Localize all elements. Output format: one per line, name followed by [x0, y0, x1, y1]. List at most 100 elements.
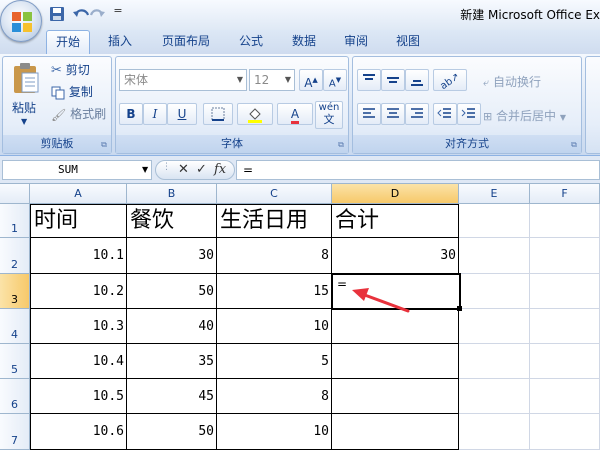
cell-a4[interactable]: 10.3	[30, 309, 127, 344]
shrink-font-button[interactable]: A▼	[323, 69, 347, 91]
row-header-4[interactable]: 4	[0, 309, 30, 344]
row-header-5[interactable]: 5	[0, 344, 30, 379]
save-icon[interactable]	[48, 4, 66, 24]
row-header-1[interactable]: 1	[0, 204, 30, 238]
cell-a3[interactable]: 10.2	[30, 274, 127, 309]
cell-d3-active[interactable]: =	[331, 273, 461, 310]
cell-a2[interactable]: 10.1	[30, 238, 127, 274]
cell-a1[interactable]: 时间	[30, 204, 127, 238]
cell-f4[interactable]	[530, 309, 600, 344]
tab-data[interactable]: 数据	[283, 30, 325, 54]
paste-icon[interactable]	[11, 61, 41, 95]
tab-insert[interactable]: 插入	[100, 30, 140, 54]
cell-d2[interactable]: 30	[332, 238, 459, 274]
name-box[interactable]: SUM	[2, 160, 152, 180]
cell-c5[interactable]: 5	[217, 344, 332, 379]
formula-input[interactable]: =	[236, 160, 600, 180]
tab-review[interactable]: 审阅	[335, 30, 377, 54]
cell-c4[interactable]: 10	[217, 309, 332, 344]
cell-c1[interactable]: 生活日用	[217, 204, 332, 238]
select-all-button[interactable]	[0, 184, 30, 204]
cell-b1[interactable]: 餐饮	[127, 204, 217, 238]
orientation-button[interactable]: ab↗	[433, 69, 467, 92]
font-size-select[interactable]: 12 ▼	[249, 69, 295, 91]
chevron-down-icon[interactable]: ▼	[142, 165, 148, 174]
redo-icon[interactable]	[86, 4, 108, 24]
column-header-c[interactable]: C	[217, 184, 332, 204]
column-header-b[interactable]: B	[127, 184, 217, 204]
cell-e2[interactable]	[459, 238, 530, 274]
tab-formulas[interactable]: 公式	[230, 30, 272, 54]
grow-font-button[interactable]: A▲	[299, 69, 323, 91]
merge-center-button[interactable]: ⊞ 合并后居中 ▼	[483, 107, 566, 124]
cell-c6[interactable]: 8	[217, 379, 332, 414]
font-name-select[interactable]: 宋体 ▼	[119, 69, 247, 91]
row-header-2[interactable]: 2	[0, 238, 30, 274]
cell-e5[interactable]	[459, 344, 530, 379]
cell-d6[interactable]	[332, 379, 459, 414]
copy-button[interactable]: 复制	[51, 83, 93, 100]
clipboard-launcher-icon[interactable]: ⧉	[99, 140, 109, 150]
cell-f5[interactable]	[530, 344, 600, 379]
align-right-button[interactable]	[405, 103, 429, 125]
cell-b4[interactable]: 40	[127, 309, 217, 344]
cell-f3[interactable]	[530, 274, 600, 309]
cancel-icon[interactable]: ✕	[178, 162, 189, 177]
border-button[interactable]	[203, 103, 233, 125]
cell-e3[interactable]	[461, 274, 530, 309]
align-center-button[interactable]	[381, 103, 405, 125]
increase-indent-button[interactable]	[457, 103, 481, 125]
align-top-button[interactable]	[357, 69, 381, 91]
decrease-indent-button[interactable]	[433, 103, 457, 125]
column-header-e[interactable]: E	[459, 184, 530, 204]
cell-d4[interactable]	[332, 309, 459, 344]
italic-button[interactable]: I	[143, 103, 167, 125]
tab-home[interactable]: 开始	[46, 30, 90, 54]
cell-b6[interactable]: 45	[127, 379, 217, 414]
cut-button[interactable]: ✂ 剪切	[51, 61, 90, 78]
worksheet-grid[interactable]: A B C D E F 1 2 3 4 5 6 7 时间 餐饮 生活日用 合计 …	[0, 184, 600, 450]
bold-button[interactable]: B	[119, 103, 143, 125]
insert-function-icon[interactable]: fx	[214, 162, 226, 177]
format-painter-button[interactable]: 🖌 格式刷	[51, 105, 106, 122]
alignment-launcher-icon[interactable]: ⧉	[569, 140, 579, 150]
fill-handle[interactable]	[457, 306, 462, 311]
cell-d7[interactable]	[332, 414, 459, 450]
cell-a6[interactable]: 10.5	[30, 379, 127, 414]
cell-c3[interactable]: 15	[217, 274, 332, 309]
fill-color-button[interactable]	[237, 103, 273, 125]
cell-f7[interactable]	[530, 414, 600, 450]
cell-c2[interactable]: 8	[217, 238, 332, 274]
row-header-7[interactable]: 7	[0, 414, 30, 450]
wrap-text-button[interactable]: ⤶ 自动换行	[483, 73, 541, 90]
font-color-button[interactable]: A	[277, 103, 313, 125]
row-header-6[interactable]: 6	[0, 379, 30, 414]
cell-c7[interactable]: 10	[217, 414, 332, 450]
cell-a7[interactable]: 10.6	[30, 414, 127, 450]
cell-f2[interactable]	[530, 238, 600, 274]
tab-page-layout[interactable]: 页面布局	[152, 30, 220, 54]
paste-dropdown-icon[interactable]: ▼	[21, 117, 27, 126]
cell-e1[interactable]	[459, 204, 530, 238]
cell-d1[interactable]: 合计	[332, 204, 459, 238]
cell-f1[interactable]	[530, 204, 600, 238]
underline-button[interactable]: U	[167, 103, 197, 125]
align-bottom-button[interactable]	[405, 69, 429, 91]
cell-d5[interactable]	[332, 344, 459, 379]
column-header-d[interactable]: D	[332, 184, 459, 204]
tab-view[interactable]: 视图	[387, 30, 429, 54]
phonetic-button[interactable]: wén 文	[315, 101, 343, 129]
column-header-a[interactable]: A	[30, 184, 127, 204]
cell-b3[interactable]: 50	[127, 274, 217, 309]
cell-e6[interactable]	[459, 379, 530, 414]
row-header-3[interactable]: 3	[0, 274, 30, 309]
column-header-f[interactable]: F	[530, 184, 600, 204]
cell-a5[interactable]: 10.4	[30, 344, 127, 379]
enter-icon[interactable]: ✓	[196, 162, 207, 177]
cell-b5[interactable]: 35	[127, 344, 217, 379]
cell-b2[interactable]: 30	[127, 238, 217, 274]
align-middle-button[interactable]	[381, 69, 405, 91]
cell-e4[interactable]	[459, 309, 530, 344]
font-launcher-icon[interactable]: ⧉	[336, 140, 346, 150]
cell-b7[interactable]: 50	[127, 414, 217, 450]
